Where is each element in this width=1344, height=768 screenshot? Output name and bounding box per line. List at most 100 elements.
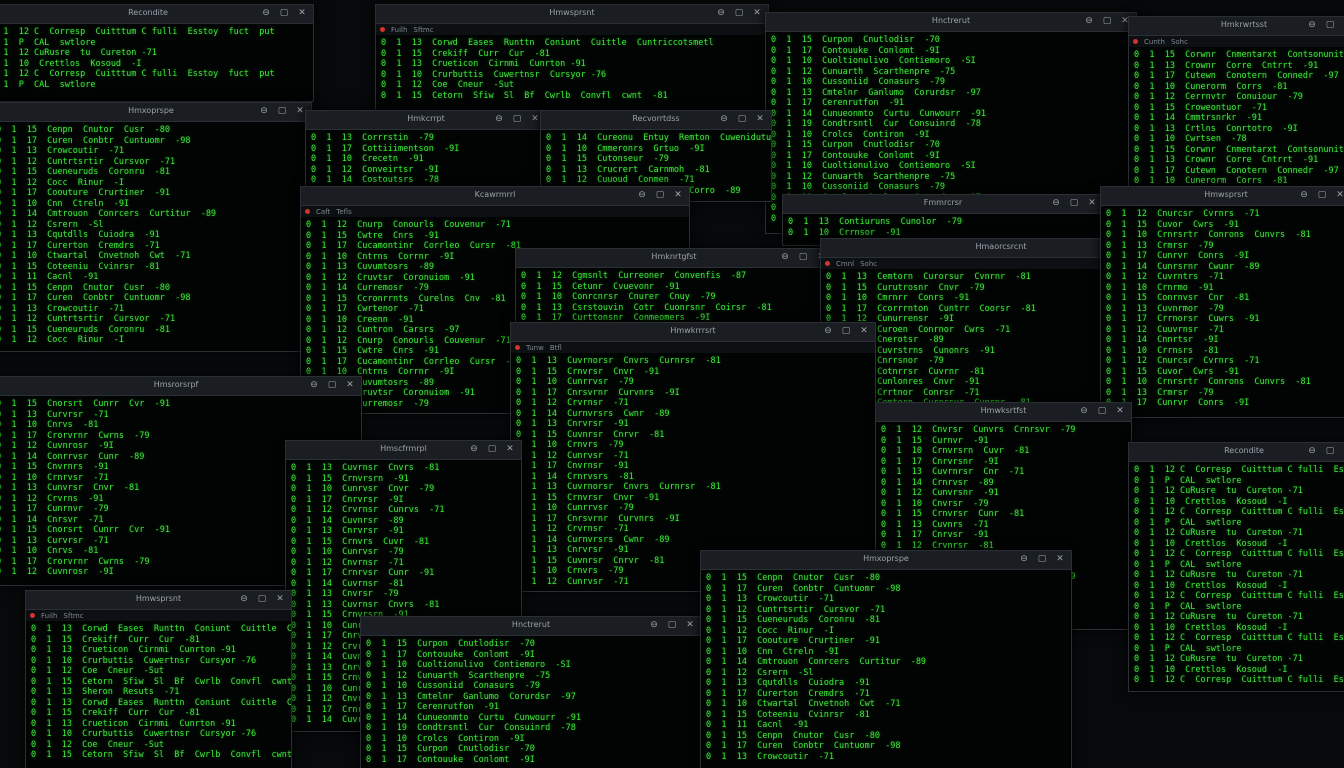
close-icon[interactable]: ✕ [296, 8, 308, 19]
menu-item[interactable]: Sohc [1171, 38, 1188, 46]
minimize-icon[interactable]: ⊖ [1050, 198, 1062, 209]
window-titlebar[interactable]: Hnctrerut ⊖ ▢ ✕ [361, 617, 701, 636]
terminal-window[interactable]: Hmwsprsnt ⊖ ▢ ✕ Fuilh Sftmc 0 1 13 Corwd Eases… [25, 590, 292, 768]
maximize-icon[interactable]: ▢ [733, 8, 745, 19]
menu-item[interactable]: Sftmc [63, 612, 83, 620]
close-icon[interactable]: ✕ [1114, 406, 1126, 417]
maximize-icon[interactable]: ▢ [1036, 554, 1048, 565]
terminal-output[interactable]: 0 1 12 C Corresp Cuitttum C fulli Esstoy… [0, 24, 313, 93]
window-titlebar[interactable]: Hmkrwrtsst⊖▢✕ [1129, 17, 1344, 36]
menu-item[interactable]: Tefls [336, 208, 351, 216]
minimize-icon[interactable]: ⊖ [308, 380, 320, 391]
minimize-icon[interactable]: ⊖ [1018, 554, 1030, 565]
window-titlebar[interactable]: Hmwsprsnt ⊖ ▢ ✕ [26, 591, 291, 610]
window-titlebar[interactable]: Hmwsprsnt ⊖ ▢ ✕ [376, 5, 768, 24]
window-titlebar[interactable]: Hmwksrtfst ⊖ ▢ ✕ [876, 403, 1131, 422]
maximize-icon[interactable]: ▢ [797, 252, 809, 263]
terminal-window[interactable]: Recondite⊖▢✕0 1 12 C Corresp Cuitttum C … [1128, 442, 1344, 692]
menu-item[interactable]: Btfl [550, 344, 562, 352]
menu-item[interactable]: Sftmc [413, 26, 433, 34]
menu-item[interactable]: Cunth [1144, 38, 1165, 46]
maximize-icon[interactable]: ▢ [840, 326, 852, 337]
menu-item[interactable]: Fuilh [391, 26, 407, 34]
terminal-output[interactable]: 0 1 15 Corwnr Cnmentarxt Contsonunitl -7… [1129, 47, 1344, 190]
terminal-output[interactable]: 0 1 15 Cenpn Cnutor Cusr -80 0 1 17 Curen… [0, 122, 311, 349]
window-titlebar[interactable]: Hmxoprspe ⊖ ▢ ✕ [701, 551, 1071, 570]
terminal-window[interactable]: Recondite⊖▢✕0 1 12 C Corresp Cuitttum C … [0, 4, 314, 102]
maximize-icon[interactable]: ▢ [1316, 190, 1328, 201]
window-titlebar[interactable]: Hmwkrrrsrt ⊖ ▢ ✕ [511, 323, 875, 342]
terminal-window[interactable]: Hmwsprsrt ⊖ ▢ ✕ 0 1 12 Cnurcsr Cvrnrs -71 0 1… [1100, 186, 1344, 418]
menu-item[interactable]: Tunw [526, 344, 544, 352]
terminal-output[interactable]: 0 1 13 Corwd Eases Runttn Coniunt Cuittl… [376, 35, 768, 104]
maximize-icon[interactable]: ▢ [1096, 406, 1108, 417]
maximize-icon[interactable]: ▢ [256, 594, 268, 605]
window-titlebar[interactable]: Hmknrtgfst⊖▢✕ [516, 249, 832, 268]
minimize-icon[interactable]: ⊖ [1078, 406, 1090, 417]
close-icon[interactable]: ✕ [1086, 198, 1098, 209]
close-icon[interactable]: ✕ [751, 8, 763, 19]
close-icon[interactable]: ✕ [1054, 554, 1066, 565]
minimize-icon[interactable]: ⊖ [648, 620, 660, 631]
terminal-window[interactable]: Hmxoprspe ⊖ ▢ ✕ 0 1 15 Cenpn Cnutor Cusr -80… [0, 102, 312, 352]
close-icon[interactable]: ✕ [684, 620, 696, 631]
minimize-icon[interactable]: ⊖ [1083, 16, 1095, 27]
terminal-output[interactable]: 0 1 12 C Corresp Cuitttum C fulli Esstoy… [1129, 462, 1344, 689]
maximize-icon[interactable]: ▢ [486, 444, 498, 455]
terminal-output[interactable]: 0 1 15 Curpon Cnutlodisr -70 0 1 17 Conto… [361, 636, 701, 768]
menu-item[interactable]: Cmnl [836, 260, 854, 268]
terminal-window[interactable]: Hmknrtgfst⊖▢✕0 1 12 Cgmsnlt Curreoner Co… [515, 248, 833, 330]
terminal-output[interactable]: 0 1 12 Cgmsnlt Curreoner Convenfis -87 0 … [516, 268, 832, 327]
minimize-icon[interactable]: ⊖ [822, 326, 834, 337]
minimize-icon[interactable]: ⊖ [258, 106, 270, 117]
minimize-icon[interactable]: ⊖ [1306, 20, 1318, 31]
window-titlebar[interactable]: Fmmrcrsr ⊖ ▢ ✕ [783, 195, 1103, 214]
terminal-output[interactable]: 0 1 15 Cenpn Cnutor Cusr -80 0 1 17 Curen… [701, 570, 1071, 765]
terminal-window[interactable]: Hmxoprspe ⊖ ▢ ✕ 0 1 15 Cenpn Cnutor Cusr -80… [700, 550, 1072, 768]
menu-item[interactable]: Caft [316, 208, 330, 216]
window-titlebar[interactable]: Hmwsprsrt ⊖ ▢ ✕ [1101, 187, 1344, 206]
close-icon[interactable]: ✕ [504, 444, 516, 455]
maximize-icon[interactable]: ▢ [1324, 20, 1336, 31]
maximize-icon[interactable]: ▢ [1324, 446, 1336, 457]
minimize-icon[interactable]: ⊖ [1306, 446, 1318, 457]
terminal-window[interactable]: Hmkrwrtsst⊖▢✕CunthSohc0 1 15 Corwnr Cnme… [1128, 16, 1344, 196]
window-titlebar[interactable]: Recvorrtdss ⊖ ▢ ✕ [541, 111, 771, 130]
close-icon[interactable]: ✕ [754, 114, 766, 125]
terminal-window[interactable]: Hmwsprsnt ⊖ ▢ ✕ Fuilh Sftmc 0 1 13 Corwd Eases… [375, 4, 769, 114]
window-titlebar[interactable]: Hmscfrmrpl ⊖ ▢ ✕ [286, 441, 521, 460]
minimize-icon[interactable]: ⊖ [493, 114, 505, 125]
terminal-output[interactable]: 0 1 12 Cnurcsr Cvrnrs -71 0 1 15 Cuvor Cw… [1101, 206, 1344, 412]
menu-item[interactable]: Sohc [860, 260, 877, 268]
close-icon[interactable]: ✕ [344, 380, 356, 391]
close-icon[interactable]: ✕ [1334, 190, 1344, 201]
minimize-icon[interactable]: ⊖ [718, 114, 730, 125]
minimize-icon[interactable]: ⊖ [715, 8, 727, 19]
window-titlebar[interactable]: Hnctrerut ⊖ ▢ ✕ [766, 13, 1136, 32]
minimize-icon[interactable]: ⊖ [260, 8, 272, 19]
terminal-output[interactable]: 0 1 13 Contiuruns Cunolor -79 0 1 10 Crrn… [783, 214, 1103, 241]
close-icon[interactable]: ✕ [274, 594, 286, 605]
window-titlebar[interactable]: Recondite⊖▢✕ [1129, 443, 1344, 462]
maximize-icon[interactable]: ▢ [1101, 16, 1113, 27]
maximize-icon[interactable]: ▢ [666, 620, 678, 631]
maximize-icon[interactable]: ▢ [654, 190, 666, 201]
close-icon[interactable]: ✕ [858, 326, 870, 337]
minimize-icon[interactable]: ⊖ [636, 190, 648, 201]
minimize-icon[interactable]: ⊖ [468, 444, 480, 455]
terminal-window[interactable]: Hnctrerut ⊖ ▢ ✕ 0 1 15 Curpon Cnutlodisr -70… [360, 616, 702, 768]
menu-item[interactable]: Fuilh [41, 612, 57, 620]
maximize-icon[interactable]: ▢ [278, 8, 290, 19]
terminal-output[interactable]: 0 1 13 Corwd Eases Runttn Coniunt Cuittl… [26, 621, 291, 764]
close-icon[interactable]: ✕ [672, 190, 684, 201]
maximize-icon[interactable]: ▢ [1068, 198, 1080, 209]
window-titlebar[interactable]: Hmkcrrpt ⊖ ▢ ✕ [306, 111, 546, 130]
window-titlebar[interactable]: Hmsrorsrpf ⊖ ▢ ✕ [0, 377, 361, 396]
minimize-icon[interactable]: ⊖ [1298, 190, 1310, 201]
maximize-icon[interactable]: ▢ [511, 114, 523, 125]
window-titlebar[interactable]: Recondite⊖▢✕ [0, 5, 313, 24]
minimize-icon[interactable]: ⊖ [238, 594, 250, 605]
window-titlebar[interactable]: Hmxoprspe ⊖ ▢ ✕ [0, 103, 311, 122]
maximize-icon[interactable]: ▢ [736, 114, 748, 125]
minimize-icon[interactable]: ⊖ [779, 252, 791, 263]
